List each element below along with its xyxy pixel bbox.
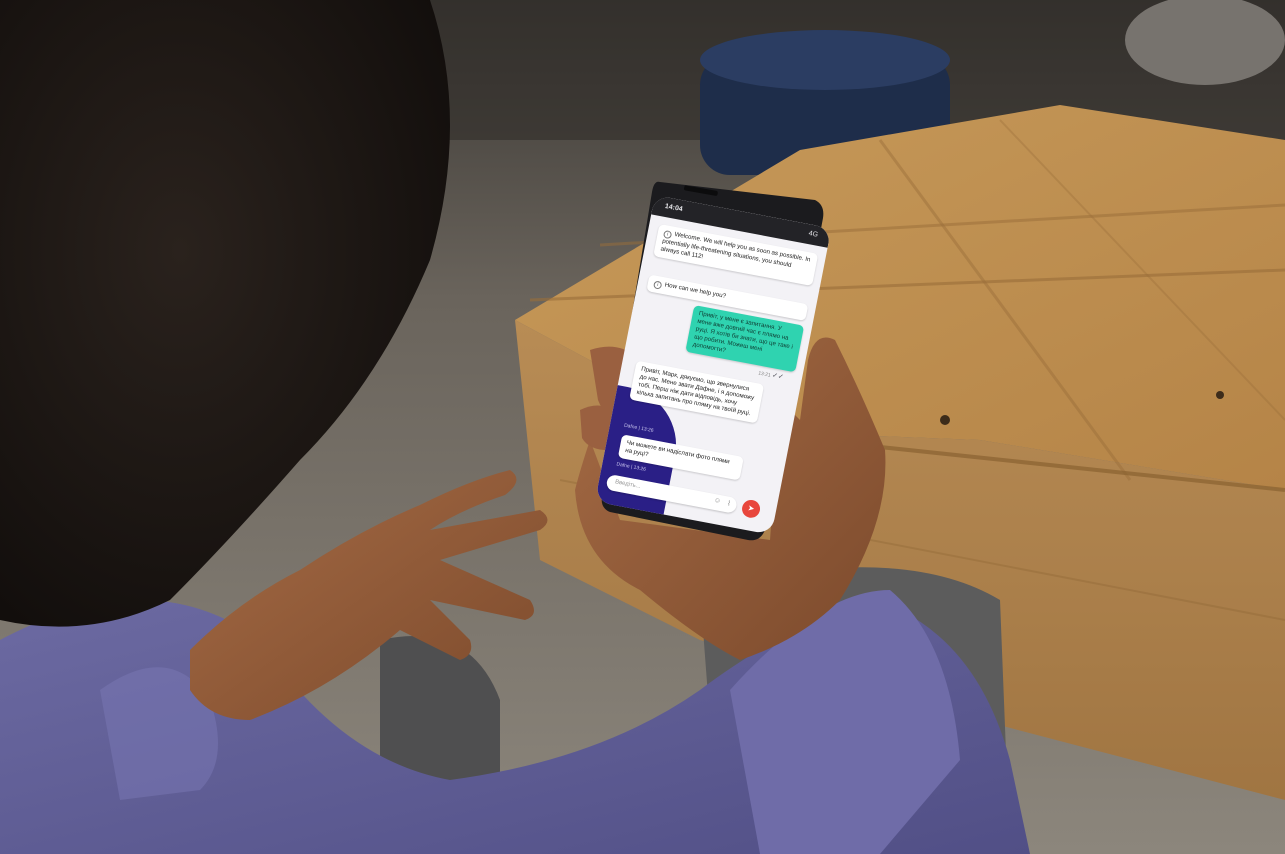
paperclip-icon[interactable]: ⌇ [727, 499, 732, 507]
message-time: 13:21 [757, 370, 772, 379]
status-time: 14:04 [664, 203, 684, 214]
emoji-icon[interactable]: ☺ [713, 497, 721, 505]
send-button[interactable]: ➤ [740, 498, 762, 520]
send-icon: ➤ [746, 503, 756, 514]
message-text: Чи можете ви надіслати фото плями на руц… [624, 439, 731, 466]
signal-battery-icon: 4G [808, 230, 819, 239]
info-icon: i [653, 280, 663, 290]
read-receipt-icon: ✓✓ [771, 372, 785, 382]
photo-scene: 14:04 4G i Welcome. We will help you as s… [0, 0, 1285, 854]
input-placeholder: Введіть... [614, 479, 642, 490]
message-text: How can we help you? [664, 281, 727, 300]
message-text: Привіт, у мене є запитання. У мене вже д… [692, 310, 794, 355]
